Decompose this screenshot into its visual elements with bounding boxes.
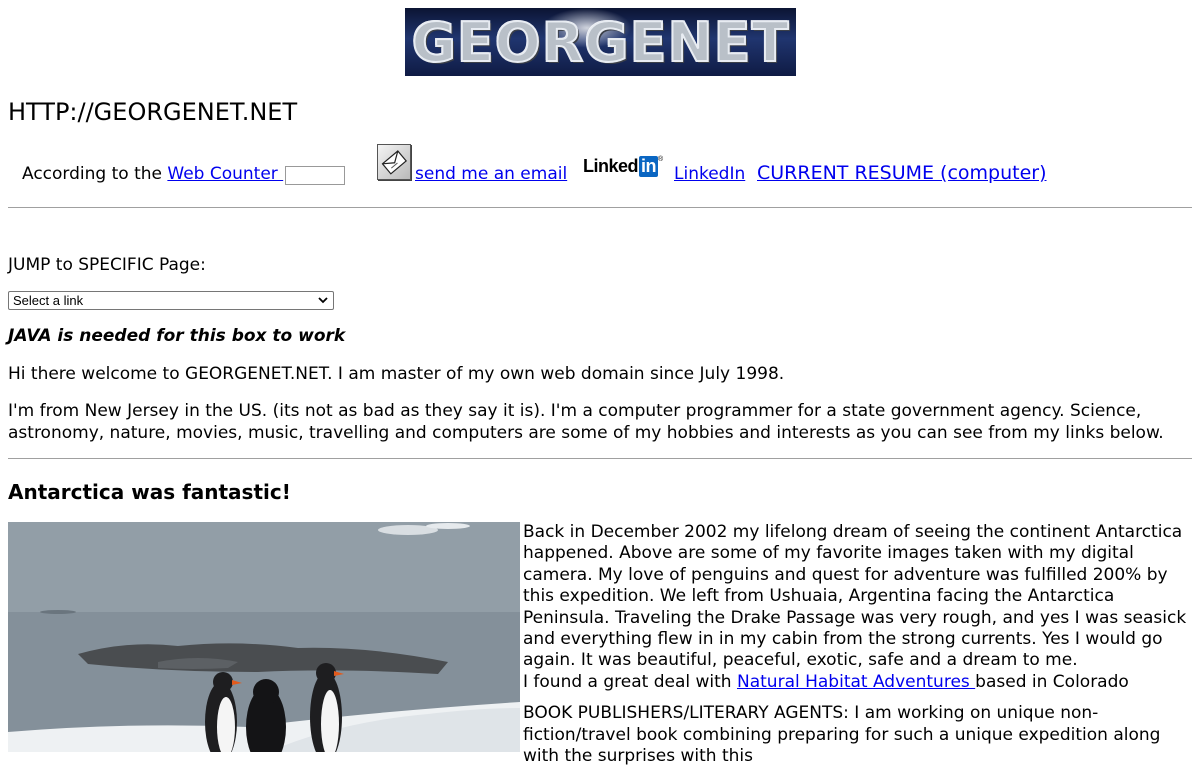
deal-prefix: I found a great deal with bbox=[523, 671, 737, 692]
jump-page-select[interactable]: Select a link bbox=[8, 291, 334, 310]
email-envelope-icon[interactable] bbox=[377, 144, 411, 180]
divider-middle bbox=[8, 458, 1192, 459]
linkedin-link[interactable]: LinkedIn bbox=[674, 164, 745, 184]
linkedin-logo-in: in bbox=[639, 156, 659, 177]
web-counter-text: According to the Web Counter bbox=[22, 164, 346, 185]
story-paragraph: Back in December 2002 my lifelong dream … bbox=[523, 522, 1187, 671]
georgenet-logo: GEORGENET bbox=[405, 8, 796, 76]
about-paragraph: I'm from New Jersey in the US. (its not … bbox=[8, 401, 1164, 443]
counter-prefix: According to the bbox=[22, 164, 168, 184]
links-row: According to the Web Counter send me an … bbox=[0, 144, 1200, 194]
antarctica-story-text: Back in December 2002 my lifelong dream … bbox=[523, 522, 1193, 693]
deal-suffix: based in Colorado bbox=[975, 671, 1129, 692]
chevron-down-icon bbox=[318, 297, 328, 304]
welcome-paragraph: Hi there welcome to GEORGENET.NET. I am … bbox=[8, 364, 785, 384]
jump-select-value: Select a link bbox=[13, 293, 84, 308]
penguins-photo-drawing bbox=[8, 522, 520, 752]
linkedin-logo[interactable]: Linked in ® bbox=[583, 156, 663, 177]
java-note: JAVA is needed for this box to work bbox=[8, 326, 346, 346]
penguins-photo bbox=[8, 522, 520, 752]
jump-label: JUMP to SPECIFIC Page: bbox=[8, 255, 206, 275]
current-resume-link[interactable]: CURRENT RESUME (computer) bbox=[757, 162, 1047, 184]
email-envelope-glyph bbox=[381, 150, 408, 175]
counter-image bbox=[285, 166, 346, 185]
send-email-link[interactable]: send me an email bbox=[415, 164, 567, 184]
site-title: HTTP://GEORGENET.NET bbox=[8, 98, 298, 126]
antarctica-heading: Antarctica was fantastic! bbox=[8, 480, 291, 504]
linkedin-logo-word: Linked bbox=[583, 156, 639, 176]
logo-text: GEORGENET bbox=[411, 10, 790, 75]
natural-habitat-link[interactable]: Natural Habitat Adventures bbox=[737, 672, 975, 692]
divider-top bbox=[8, 207, 1192, 208]
linkedin-logo-reg: ® bbox=[658, 156, 663, 163]
publishers-paragraph: BOOK PUBLISHERS/LITERARY AGENTS: I am wo… bbox=[523, 703, 1161, 767]
antarctica-story: Back in December 2002 my lifelong dream … bbox=[523, 522, 1193, 777]
web-counter-link[interactable]: Web Counter bbox=[167, 164, 283, 184]
